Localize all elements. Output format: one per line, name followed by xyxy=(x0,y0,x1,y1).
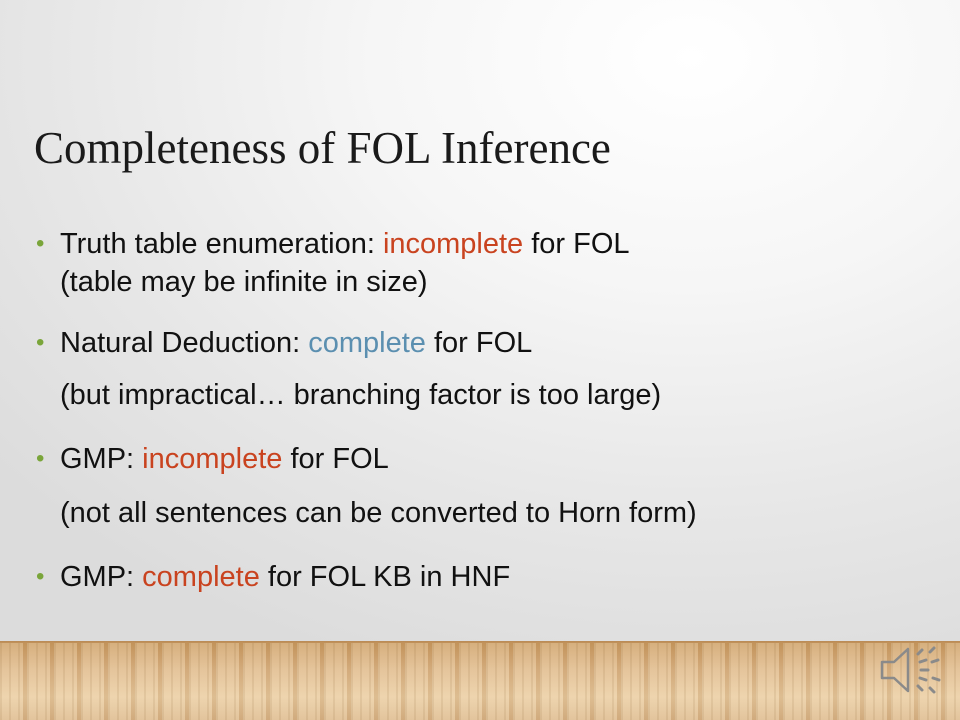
bullet-dot: • xyxy=(36,563,45,590)
bullet-highlight: complete xyxy=(142,561,260,593)
bullet-text: GMP: complete for FOL KB in HNF xyxy=(60,560,510,594)
bullet-text-after: for FOL KB in HNF xyxy=(259,561,511,593)
bullet-text-before: Truth table enumeration: xyxy=(60,228,383,260)
bullet-text: Natural Deduction: complete for FOL xyxy=(60,326,532,360)
bullet-text-before: Natural Deduction: xyxy=(60,327,309,359)
bullet-text: Truth table enumeration: incomplete for … xyxy=(60,227,630,261)
bullet-dot: • xyxy=(36,230,45,257)
bullet-dot: • xyxy=(36,329,45,356)
wood-floor xyxy=(0,643,960,720)
bullet-text-before: GMP: xyxy=(60,443,143,475)
speaker-icon[interactable] xyxy=(874,640,944,700)
bullet-highlight: incomplete xyxy=(382,228,524,260)
bullet-text-after: for FOL xyxy=(523,228,630,260)
speaker-icon-graphic xyxy=(880,646,941,694)
slide-title: Completeness of FOL Inference xyxy=(34,123,611,173)
slide: Completeness of FOL Inference • Truth ta… xyxy=(0,0,960,720)
bullet-text-before: GMP: xyxy=(60,561,143,593)
bullet-text-after: for FOL xyxy=(282,443,389,475)
bullet-subline: (table may be infinite in size) xyxy=(60,266,428,298)
bullet-text: GMP: incomplete for FOL xyxy=(60,442,389,476)
bullet-highlight: incomplete xyxy=(142,443,283,475)
bullet-subline: (but impractical… branching factor is to… xyxy=(60,379,662,411)
bullet-text-after: for FOL xyxy=(425,327,533,359)
bullet-subline: (not all sentences can be converted to H… xyxy=(60,497,697,529)
bullet-highlight: complete xyxy=(308,327,426,359)
bullet-dot: • xyxy=(36,445,45,472)
